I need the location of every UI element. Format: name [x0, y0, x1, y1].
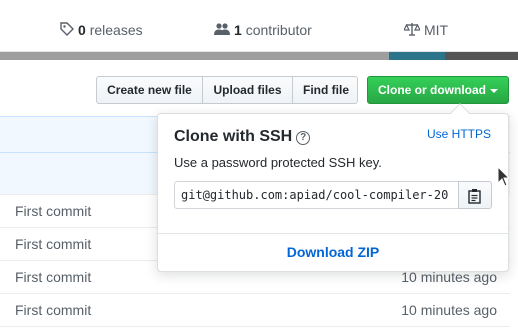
use-https-link[interactable]: Use HTTPS [427, 127, 491, 141]
popover-arrow [450, 103, 470, 123]
license-link[interactable]: MIT [403, 20, 449, 41]
popover-divider [158, 233, 508, 234]
clone-popover: Clone with SSH? Use HTTPS Use a password… [157, 103, 509, 272]
clone-url-group: git@github.com:apiad/cool-compiler-20 [174, 181, 492, 209]
tag-icon [60, 21, 74, 41]
caret-down-icon [490, 88, 498, 93]
law-icon [403, 21, 421, 41]
contributor-count: 1 [234, 22, 242, 38]
people-icon [214, 21, 230, 41]
releases-link[interactable]: 0 releases [60, 20, 143, 40]
table-row[interactable]: First commit 10 minutes ago [0, 294, 510, 327]
releases-count: 0 [78, 22, 86, 38]
releases-label: releases [89, 22, 143, 38]
create-new-file-button[interactable]: Create new file [96, 76, 203, 104]
contributor-label: contributor [245, 22, 312, 38]
clipboard-icon [468, 188, 482, 207]
file-navigation-toolbar: Create new file Upload files Find file C… [0, 76, 518, 104]
commit-age: 10 minutes ago [401, 302, 497, 318]
cursor-icon [497, 165, 511, 191]
language-bar[interactable] [0, 52, 518, 60]
upload-files-button[interactable]: Upload files [202, 76, 293, 104]
language-segment [445, 52, 518, 60]
find-file-button[interactable]: Find file [292, 76, 358, 104]
clone-url-input[interactable]: git@github.com:apiad/cool-compiler-20 [174, 181, 459, 209]
clone-or-download-button[interactable]: Clone or download [367, 76, 509, 104]
language-segment [0, 52, 389, 60]
repo-summary: 0 releases 1 contributor MIT [0, 0, 518, 52]
help-icon[interactable]: ? [296, 131, 311, 145]
clone-description: Use a password protected SSH key. [174, 155, 382, 170]
contributors-link[interactable]: 1 contributor [214, 20, 312, 40]
download-zip-link[interactable]: Download ZIP [158, 244, 508, 260]
commit-message[interactable]: First commit [15, 302, 91, 318]
clone-or-download-label: Clone or download [378, 83, 486, 97]
commit-message[interactable]: First commit [15, 269, 91, 285]
commit-message[interactable]: First commit [15, 203, 91, 219]
clone-title: Clone with SSH? [174, 128, 311, 146]
license-name: MIT [424, 22, 449, 38]
copy-url-button[interactable] [458, 181, 492, 209]
language-segment [389, 52, 445, 60]
clone-title-text: Clone with SSH [174, 128, 293, 145]
commit-message[interactable]: First commit [15, 236, 91, 252]
